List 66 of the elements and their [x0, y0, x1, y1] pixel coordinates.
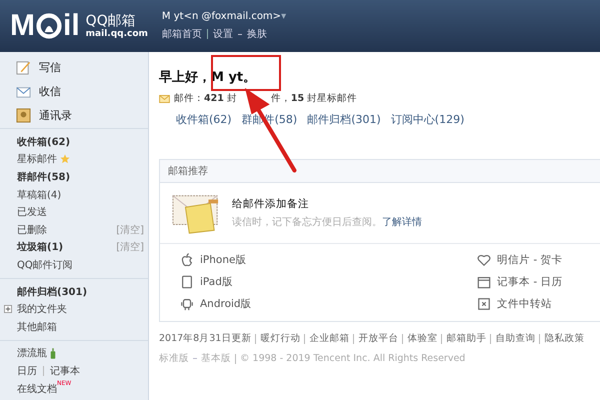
- footer-link[interactable]: 隐私政策: [544, 332, 584, 345]
- mail-stats: 件，15 封星标邮件: [270, 92, 358, 105]
- footer-link[interactable]: 邮箱助手: [446, 332, 486, 345]
- contact-card-icon: [16, 108, 31, 122]
- app-link[interactable]: iPad版: [200, 275, 233, 289]
- sidebar-action[interactable]: 写信: [39, 60, 61, 74]
- new-label: NEW: [57, 380, 72, 387]
- header-link[interactable]: 换肤: [246, 27, 267, 41]
- folder-link[interactable]: 已删除: [17, 222, 47, 237]
- app-link[interactable]: 记事本 - 日历: [497, 275, 562, 289]
- pencil-icon: [16, 60, 31, 74]
- sidebar-action[interactable]: 收信: [39, 84, 61, 98]
- folder-link[interactable]: 我的文件夹: [17, 302, 67, 316]
- logo-text: M: [10, 11, 35, 41]
- footer-link[interactable]: 自助查询: [495, 332, 536, 345]
- app-link[interactable]: 文件中转站: [497, 297, 552, 311]
- apple-icon: [180, 253, 194, 267]
- learn-more-link[interactable]: 了解详情: [382, 217, 422, 228]
- caret-icon[interactable]: ▾: [281, 11, 286, 22]
- copyright: © 1998 - 2019 Tencent Inc. All Rights Reserved: [240, 353, 466, 364]
- footer-link[interactable]: 开放平台: [358, 332, 398, 345]
- android-icon: [180, 297, 194, 311]
- heart-icon: [477, 253, 491, 267]
- expand-icon[interactable]: [4, 305, 12, 314]
- folder-link[interactable]: 其他邮箱: [17, 320, 57, 334]
- folder-link[interactable]: 在线文档: [17, 382, 57, 396]
- folder-link[interactable]: 收件箱(62): [176, 112, 232, 127]
- footer-link[interactable]: 暖灯行动: [260, 332, 300, 345]
- tablet-icon: [180, 275, 194, 289]
- logo-text: il: [63, 11, 80, 41]
- folder-link[interactable]: 草稿箱(4): [17, 188, 62, 202]
- folder-link[interactable]: 垃圾箱(1): [17, 240, 64, 254]
- folder-link[interactable]: 收件箱(62): [17, 134, 70, 149]
- star-icon: [60, 154, 70, 164]
- bottle-icon: [50, 348, 56, 359]
- highlight-box: [211, 55, 281, 91]
- app-link[interactable]: iPhone版: [200, 253, 246, 267]
- calendar-icon: [477, 275, 491, 289]
- app-link[interactable]: Android版: [200, 297, 252, 311]
- folder-link[interactable]: 已发送: [17, 205, 47, 220]
- folder-link[interactable]: 漂流瓶: [17, 346, 47, 360]
- sidebar-action[interactable]: 通讯录: [39, 108, 72, 122]
- folder-link[interactable]: 日历: [17, 364, 37, 378]
- logo-name: QQ邮箱: [86, 13, 137, 29]
- feature-title: 给邮件添加备注: [232, 197, 310, 211]
- envelope-icon: [159, 94, 170, 102]
- feature-description: 读信时，记下备忘方便日后查阅。: [232, 217, 382, 228]
- footer-link[interactable]: 企业邮箱: [309, 332, 350, 345]
- logo-domain: mail.qq.com: [86, 29, 148, 39]
- footer-link[interactable]: 体验室: [407, 332, 438, 345]
- logo-icon: [36, 13, 62, 39]
- panel-title: 邮箱推荐: [168, 166, 208, 177]
- folder-link[interactable]: 邮件归档(301): [17, 284, 88, 299]
- header-link[interactable]: 邮箱首页: [162, 27, 202, 41]
- folder-link[interactable]: QQ邮件订阅: [17, 258, 73, 272]
- folder-link[interactable]: 订阅中心(129): [390, 112, 464, 127]
- header-link[interactable]: 设置: [212, 27, 233, 41]
- footer-link[interactable]: 2017年8月31日更新: [159, 332, 252, 345]
- mail-stats: 邮件：421 封: [174, 92, 237, 105]
- folder-link[interactable]: 记事本: [50, 364, 80, 378]
- folder-link[interactable]: 邮件归档(301): [307, 112, 381, 127]
- folder-link[interactable]: 星标邮件: [17, 152, 57, 166]
- file-icon: [477, 297, 491, 311]
- folder-link[interactable]: 群邮件(58): [17, 170, 70, 184]
- app-link[interactable]: 明信片 - 贺卡: [497, 253, 562, 267]
- account-name: M yt<n @foxmail.com>: [162, 11, 282, 22]
